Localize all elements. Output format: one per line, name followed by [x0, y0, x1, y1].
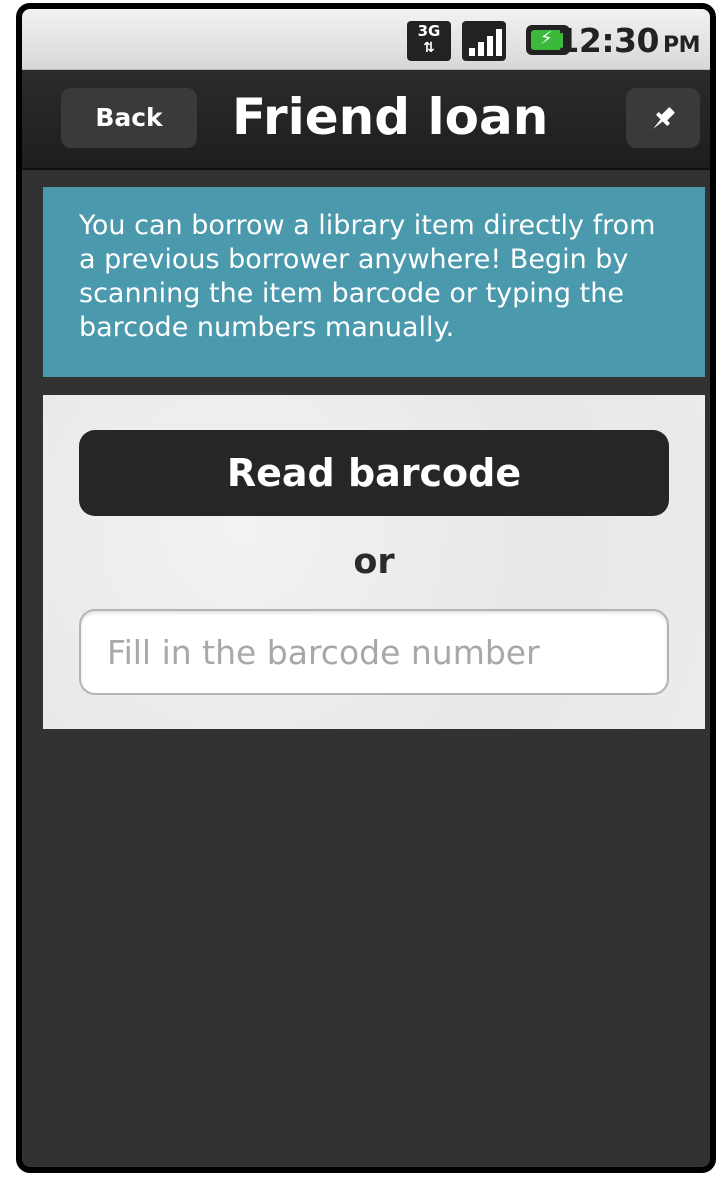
clock-ampm: PM	[662, 33, 701, 58]
clock-time: 12:30	[556, 21, 659, 60]
read-barcode-button[interactable]: Read barcode	[79, 430, 669, 516]
info-banner: You can borrow a library item directly f…	[43, 187, 705, 377]
network-type-label: 3G	[417, 22, 441, 40]
signal-strength-icon	[462, 21, 506, 61]
barcode-card: Read barcode or	[43, 395, 705, 729]
status-clock: 12:30 PM	[556, 21, 700, 60]
barcode-number-input[interactable]	[79, 609, 669, 695]
page-title: Friend loan	[232, 88, 549, 146]
data-arrows-icon: ⇅	[423, 40, 435, 56]
title-bar: Back Friend loan	[22, 70, 710, 170]
or-separator: or	[353, 542, 395, 582]
pin-icon	[653, 107, 675, 129]
status-bar: 3G ⇅ ⚡ 12:30 PM	[22, 9, 710, 70]
back-button[interactable]: Back	[61, 88, 197, 148]
pin-button[interactable]	[626, 88, 700, 148]
phone-screen: 3G ⇅ ⚡ 12:30 PM Back Friend loan You can…	[16, 3, 716, 1173]
network-3g-icon: 3G ⇅	[407, 21, 451, 61]
